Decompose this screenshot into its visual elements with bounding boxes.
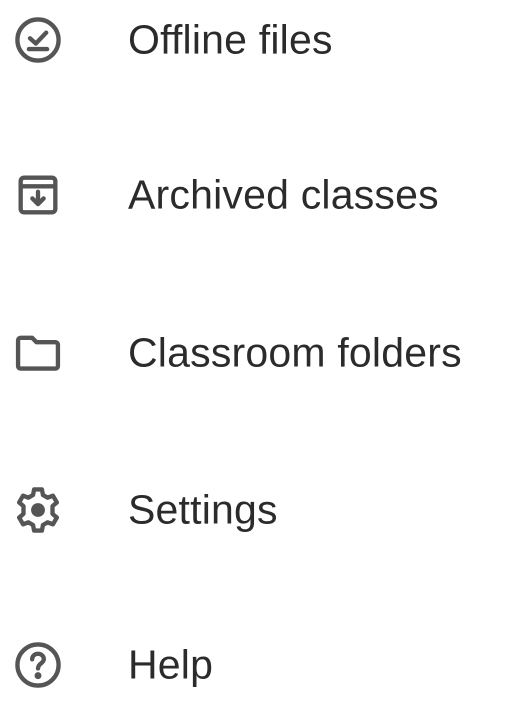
navigation-menu: Offline files Archived classes Classroom… xyxy=(0,0,523,693)
menu-item-label: Offline files xyxy=(128,16,333,63)
menu-item-settings[interactable]: Settings xyxy=(0,460,523,560)
offline-check-icon xyxy=(12,14,64,66)
menu-item-label: Classroom folders xyxy=(128,329,462,376)
menu-item-offline-files[interactable]: Offline files xyxy=(0,0,523,90)
menu-item-archived-classes[interactable]: Archived classes xyxy=(0,145,523,245)
archive-icon xyxy=(12,169,64,221)
menu-item-classroom-folders[interactable]: Classroom folders xyxy=(0,303,523,403)
menu-item-label: Help xyxy=(128,641,214,688)
help-icon xyxy=(12,639,64,691)
menu-item-help[interactable]: Help xyxy=(0,615,523,715)
gear-icon xyxy=(12,484,64,536)
menu-item-label: Settings xyxy=(128,486,278,533)
folder-icon xyxy=(12,327,64,379)
menu-item-label: Archived classes xyxy=(128,171,439,218)
